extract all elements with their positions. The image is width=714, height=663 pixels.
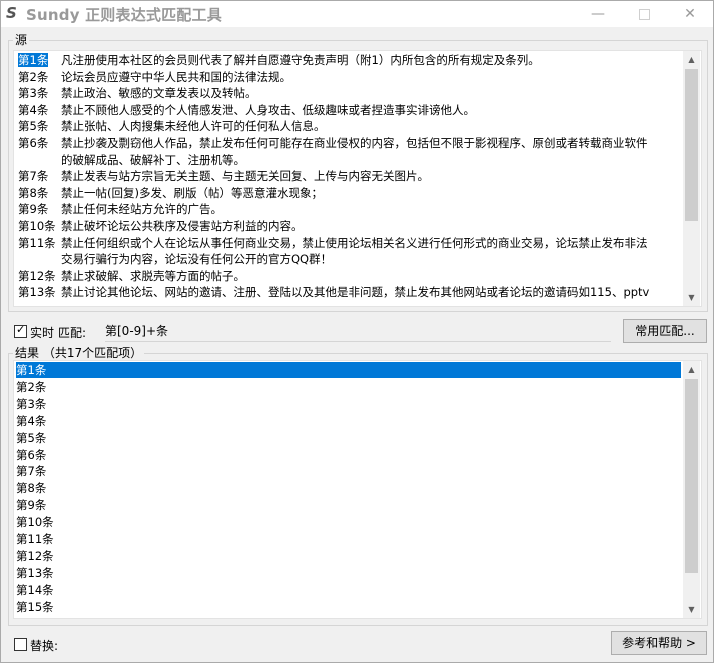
replace-checkbox[interactable] [14,638,27,651]
source-line-text: 交易行骗行为内容，论坛没有任何公开的官方QQ群！ [61,252,333,267]
result-item[interactable]: 第1条 [16,362,681,378]
result-item[interactable]: 第5条 [16,430,681,446]
result-item[interactable]: 第14条 [16,582,681,598]
source-line-text: 禁止发表与站方宗旨无关主题、与主题无关回复、上传与内容无关图片。 [61,169,429,184]
source-line-number: 第9条 [18,202,49,217]
source-line-text: 禁止张帖、人肉搜集未经他人许可的任何私人信息。 [61,119,326,134]
result-item[interactable]: 第4条 [16,413,681,429]
source-line: 的破解成品、破解补丁、注册机等。 [18,152,245,168]
source-line-text: 禁止政治、敏感的文章发表以及转帖。 [61,86,257,101]
results-scrollbar[interactable]: ▲ ▼ [683,361,700,618]
source-line-number: 第13条 [18,285,56,300]
source-line-number: 第8条 [18,185,49,200]
source-line-text: 凡注册使用本社区的会员则代表了解并自愿遵守免责声明（附1）内所包含的所有规定及条… [61,53,540,67]
scroll-down-arrow-icon[interactable]: ▼ [683,601,700,618]
source-scrollbar[interactable]: ▲ ▼ [683,51,700,306]
source-line-text: 禁止抄袭及剽窃他人作品，禁止发布任何可能存在商业侵权的内容，包括但不限于影视程序… [61,136,648,150]
result-item[interactable]: 第6条 [16,447,681,463]
result-item[interactable]: 第7条 [16,463,681,479]
source-line-number: 第12条 [18,268,56,283]
source-line: 第10条 禁止破坏论坛公共秩序及侵害站方利益的内容。 [18,218,303,234]
source-line: 第12条 禁止求破解、求脱壳等方面的帖子。 [18,268,245,284]
source-line-text: 禁止求破解、求脱壳等方面的帖子。 [61,268,245,283]
pattern-input[interactable]: 第[0-9]+条 [105,321,611,342]
source-line: 第7条 禁止发表与站方宗旨无关主题、与主题无关回复、上传与内容无关图片。 [18,168,429,184]
maximize-icon [638,8,650,20]
source-line-number: 第3条 [18,86,49,101]
source-line-number: 第4条 [18,102,49,117]
common-match-button[interactable]: 常用匹配... [623,319,707,343]
window-title: Sundy 正则表达式匹配工具 [26,6,222,24]
app-window: S Sundy 正则表达式匹配工具 — ✕ 源 第1条 凡注册使用本社区的会员则代… [0,0,714,663]
title-bar: S Sundy 正则表达式匹配工具 — ✕ [1,1,713,27]
result-item[interactable]: 第8条 [16,480,681,496]
source-line: 第9条 禁止任何未经站方允许的广告。 [18,201,222,217]
match-label: 匹配: [58,326,87,340]
realtime-label: 实时 [30,326,55,340]
checkmark-icon: ✓ [16,323,26,336]
source-line: 第13条 禁止讨论其他论坛、网站的邀请、注册、登陆以及其他是非问题，禁止发布其他网… [18,284,649,300]
result-item[interactable]: 第13条 [16,565,681,581]
source-line: 第6条 禁止抄袭及剽窃他人作品，禁止发布任何可能存在商业侵权的内容，包括但不限于影… [18,135,648,151]
replace-label: 替换: [30,639,59,653]
result-item[interactable]: 第9条 [16,497,681,513]
app-logo-icon: S [6,4,17,22]
source-line: 第3条 禁止政治、敏感的文章发表以及转帖。 [18,85,257,101]
source-textbox[interactable]: 第1条 凡注册使用本社区的会员则代表了解并自愿遵守免责声明（附1）内所包含的所有规… [13,50,702,307]
result-item[interactable]: 第12条 [16,548,681,564]
source-line-number: 第1条 [18,52,61,68]
maximize-button[interactable] [621,1,667,27]
source-line-number: 第10条 [18,219,56,233]
results-legend: 结果 （共17个匹配项） [13,346,145,360]
help-button[interactable]: 参考和帮助 > [611,631,707,655]
source-line-text: 禁止任何组织或个人在论坛从事任何商业交易，禁止使用论坛相关名义进行任何形式的商业… [61,235,648,250]
source-line-text: 论坛会员应遵守中华人民共和国的法律法规。 [61,69,291,84]
source-line-number: 第6条 [18,136,49,150]
source-line: 第8条 禁止一帖(回复)多发、刷版（帖）等恶意灌水现象； [18,185,323,201]
source-line: 第5条 禁止张帖、人肉搜集未经他人许可的任何私人信息。 [18,118,326,134]
source-line-text: 禁止讨论其他论坛、网站的邀请、注册、登陆以及其他是非问题，禁止发布其他网站或者论… [61,285,650,300]
source-line: 第4条 禁止不顾他人感受的个人情感发泄、人身攻击、低级趣味或者捏造事实诽谤他人。 [18,102,475,118]
source-line: 交易行骗行为内容，论坛没有任何公开的官方QQ群！ [18,251,332,267]
match-highlight: 第1条 [18,53,49,67]
close-button[interactable]: ✕ [667,1,713,27]
source-line: 第1条 凡注册使用本社区的会员则代表了解并自愿遵守免责声明（附1）内所包含的所有规… [18,52,540,68]
source-line: 第2条 论坛会员应遵守中华人民共和国的法律法规。 [18,69,291,85]
source-line-text: 禁止破坏论坛公共秩序及侵害站方利益的内容。 [61,219,303,233]
result-item[interactable]: 第11条 [16,531,681,547]
result-item[interactable]: 第10条 [16,514,681,530]
scroll-thumb[interactable] [685,69,698,221]
results-list[interactable]: 第1条 第2条 第3条 第4条 第5条 第6条 第7条 第8条 第9条 第10条 第11条 第12条第… [13,360,702,619]
scroll-thumb[interactable] [685,379,698,573]
source-line-text: 的破解成品、破解补丁、注册机等。 [61,152,245,167]
scroll-up-arrow-icon[interactable]: ▲ [683,361,700,378]
source-line-text: 禁止一帖(回复)多发、刷版（帖）等恶意灌水现象； [61,185,323,200]
source-line-text: 禁止不顾他人感受的个人情感发泄、人身攻击、低级趣味或者捏造事实诽谤他人。 [61,102,475,117]
scroll-up-arrow-icon[interactable]: ▲ [683,51,700,68]
result-item[interactable]: 第15条 [16,599,681,615]
realtime-checkbox[interactable]: ✓ [14,323,27,338]
source-legend: 源 [13,33,30,47]
minimize-button[interactable]: — [575,1,621,27]
source-line-number: 第5条 [18,119,49,134]
source-line-number: 第7条 [18,169,49,184]
source-line: 第11条 禁止任何组织或个人在论坛从事任何商业交易，禁止使用论坛相关名义进行任何形… [18,235,648,251]
source-line-number: 第2条 [18,69,49,84]
result-item[interactable]: 第2条 [16,379,681,395]
result-item[interactable]: 第3条 [16,396,681,412]
scroll-down-arrow-icon[interactable]: ▼ [683,289,700,306]
source-line-number: 第11条 [18,235,56,250]
source-line-text: 禁止任何未经站方允许的广告。 [61,202,222,217]
